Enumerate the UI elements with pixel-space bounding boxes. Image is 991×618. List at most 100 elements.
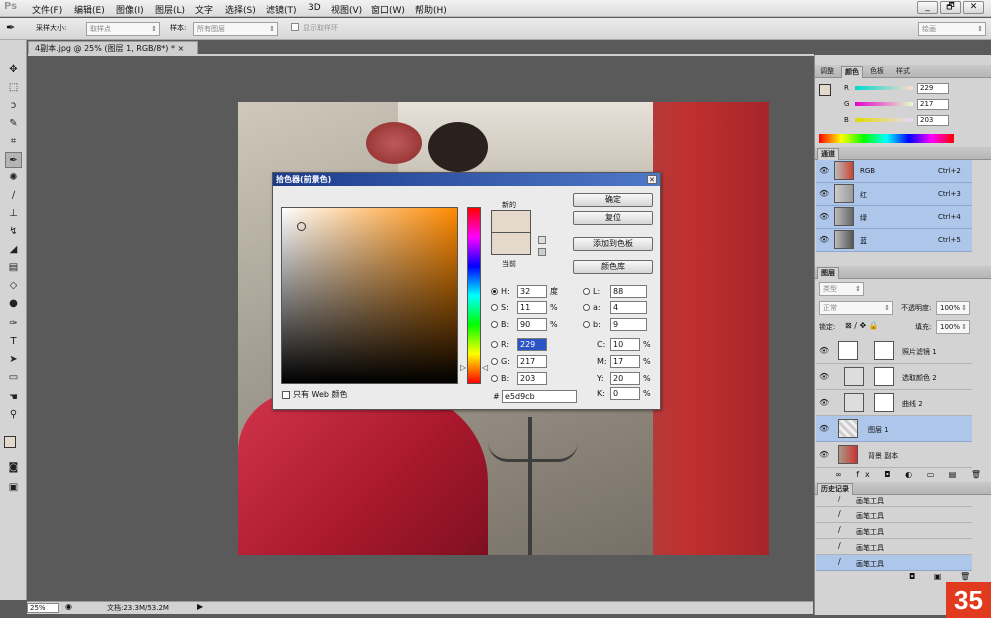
foreground-color-swatch[interactable] — [4, 436, 16, 448]
gradient-tool-icon[interactable]: ▤ — [5, 260, 22, 276]
color-field[interactable] — [281, 207, 458, 384]
history-item[interactable]: ∕ 画笔工具 — [816, 495, 972, 507]
eyedropper-tool-icon[interactable]: ✒ — [5, 152, 22, 168]
menu-file[interactable]: 文件(F) — [32, 3, 62, 16]
brush-tool-icon[interactable]: ∕ — [5, 188, 22, 204]
tab-adjustments[interactable]: 调整 — [817, 66, 837, 78]
tab-swatches[interactable]: 色板 — [867, 66, 887, 78]
eyedropper-icon[interactable]: ✒ — [6, 21, 15, 34]
eye-icon[interactable]: 👁 — [819, 212, 829, 222]
menu-edit[interactable]: 编辑(E) — [74, 3, 105, 16]
blue-field[interactable]: 203 — [517, 372, 547, 385]
close-window-button[interactable]: ✕ — [963, 1, 984, 14]
g-slider[interactable] — [855, 102, 913, 106]
status-icon[interactable]: ◉ — [65, 602, 72, 611]
hue-field[interactable]: 32 — [517, 285, 547, 298]
add-to-swatches-button[interactable]: 添加到色板 — [573, 237, 653, 251]
blue-radio[interactable] — [491, 375, 498, 382]
hue-slider-right-arrow[interactable]: ◁ — [482, 363, 488, 372]
menu-select[interactable]: 选择(S) — [225, 3, 256, 16]
ok-button[interactable]: 确定 — [573, 193, 653, 207]
layer-row[interactable]: 👁 图层 1 — [816, 416, 972, 442]
show-ring-checkbox[interactable] — [291, 23, 299, 31]
r-slider[interactable] — [855, 86, 913, 90]
document-tab[interactable]: 4副本.jpg @ 25% (图层 1, RGB/8*) * × — [28, 41, 198, 55]
fill-field[interactable]: 100% — [936, 320, 970, 334]
eye-icon[interactable]: 👁 — [819, 166, 829, 176]
eye-icon[interactable]: 👁 — [819, 346, 829, 356]
dodge-tool-icon[interactable]: ● — [5, 296, 22, 312]
reset-button[interactable]: 复位 — [573, 211, 653, 225]
menu-window[interactable]: 窗口(W) — [371, 3, 405, 16]
foreground-swatch[interactable] — [819, 84, 831, 96]
eye-icon[interactable]: 👁 — [819, 189, 829, 199]
menu-type[interactable]: 文字 — [195, 3, 213, 16]
menu-view[interactable]: 视图(V) — [331, 3, 362, 16]
opacity-field[interactable]: 100% — [936, 301, 970, 315]
cyan-field[interactable]: 10 — [610, 338, 640, 351]
history-brush-tool-icon[interactable]: ↯ — [5, 224, 22, 240]
web-safe-icon[interactable] — [538, 248, 546, 256]
sample-select[interactable]: 所有图层 — [193, 22, 278, 36]
color-libraries-button[interactable]: 颜色库 — [573, 260, 653, 274]
hand-tool-icon[interactable]: ☚ — [5, 390, 22, 406]
b-field[interactable]: 203 — [917, 115, 949, 126]
hue-slider[interactable] — [467, 207, 481, 384]
brightness-radio[interactable] — [491, 321, 498, 328]
tab-color[interactable]: 颜色 — [841, 66, 863, 78]
lab-a-field[interactable]: 4 — [610, 301, 647, 314]
menu-3d[interactable]: 3D — [308, 3, 321, 13]
hex-field[interactable]: e5d9cb — [502, 390, 577, 403]
channel-row[interactable]: 👁 蓝 Ctrl+5 — [816, 229, 972, 252]
eye-icon[interactable]: 👁 — [819, 398, 829, 408]
eye-icon[interactable]: 👁 — [819, 450, 829, 460]
quick-select-tool-icon[interactable]: ✎ — [5, 116, 22, 132]
channel-row[interactable]: 👁 红 Ctrl+3 — [816, 183, 972, 206]
restore-button[interactable]: 🗗 — [940, 1, 961, 14]
crop-tool-icon[interactable]: ⌗ — [5, 134, 22, 150]
layers-footer-icons[interactable]: ∞ fx ◘ ◐ ▭ ▤ 🗑 — [835, 470, 987, 479]
lab-b-radio[interactable] — [583, 321, 590, 328]
red-field[interactable]: 229 — [517, 338, 547, 351]
blur-tool-icon[interactable]: ◇ — [5, 278, 22, 294]
stamp-tool-icon[interactable]: ⊥ — [5, 206, 22, 222]
web-only-checkbox[interactable] — [282, 391, 290, 399]
channel-row[interactable]: 👁 RGB Ctrl+2 — [816, 160, 972, 183]
layer-row[interactable]: 👁 曲线 2 — [816, 390, 972, 416]
saturation-radio[interactable] — [491, 304, 498, 311]
screen-mode-icon[interactable]: ▣ — [5, 480, 22, 496]
healing-tool-icon[interactable]: ✺ — [5, 170, 22, 186]
sample-size-select[interactable]: 取样点 — [86, 22, 160, 36]
green-radio[interactable] — [491, 358, 498, 365]
magenta-field[interactable]: 17 — [610, 355, 640, 368]
move-tool-icon[interactable]: ✥ — [5, 62, 22, 78]
status-menu-arrow[interactable]: ▶ — [197, 602, 203, 611]
hue-radio[interactable] — [491, 288, 498, 295]
b-slider[interactable] — [855, 118, 913, 122]
pen-tool-icon[interactable]: ✑ — [5, 316, 22, 332]
lab-b-field[interactable]: 9 — [610, 318, 647, 331]
lab-l-field[interactable]: 88 — [610, 285, 647, 298]
color-field-cursor[interactable] — [297, 222, 306, 231]
blend-mode-select[interactable]: 正常 — [819, 301, 893, 315]
marquee-tool-icon[interactable]: ⬚ — [5, 80, 22, 96]
eye-icon[interactable]: 👁 — [819, 235, 829, 245]
menu-filter[interactable]: 滤镜(T) — [266, 3, 297, 16]
tab-layers[interactable]: 图层 — [817, 267, 839, 279]
menu-help[interactable]: 帮助(H) — [415, 3, 447, 16]
green-field[interactable]: 217 — [517, 355, 547, 368]
tab-history[interactable]: 历史记录 — [817, 483, 853, 495]
lasso-tool-icon[interactable]: ↄ — [5, 98, 22, 114]
history-footer-icons[interactable]: ◘ ▣ 🗑 — [909, 572, 978, 581]
eraser-tool-icon[interactable]: ◢ — [5, 242, 22, 258]
close-tab-icon[interactable]: × — [178, 44, 185, 53]
brightness-field[interactable]: 90 — [517, 318, 547, 331]
menu-layer[interactable]: 图层(L) — [155, 3, 185, 16]
layer-row[interactable]: 👁 照片滤镜 1 — [816, 338, 972, 364]
history-item[interactable]: ∕ 画笔工具 — [816, 507, 972, 523]
history-item[interactable]: ∕ 画笔工具 — [816, 539, 972, 555]
menu-image[interactable]: 图像(I) — [116, 3, 144, 16]
layer-row[interactable]: 👁 背景 副本 — [816, 442, 972, 468]
channel-row[interactable]: 👁 绿 Ctrl+4 — [816, 206, 972, 229]
quick-mask-icon[interactable]: ◙ — [5, 460, 22, 476]
